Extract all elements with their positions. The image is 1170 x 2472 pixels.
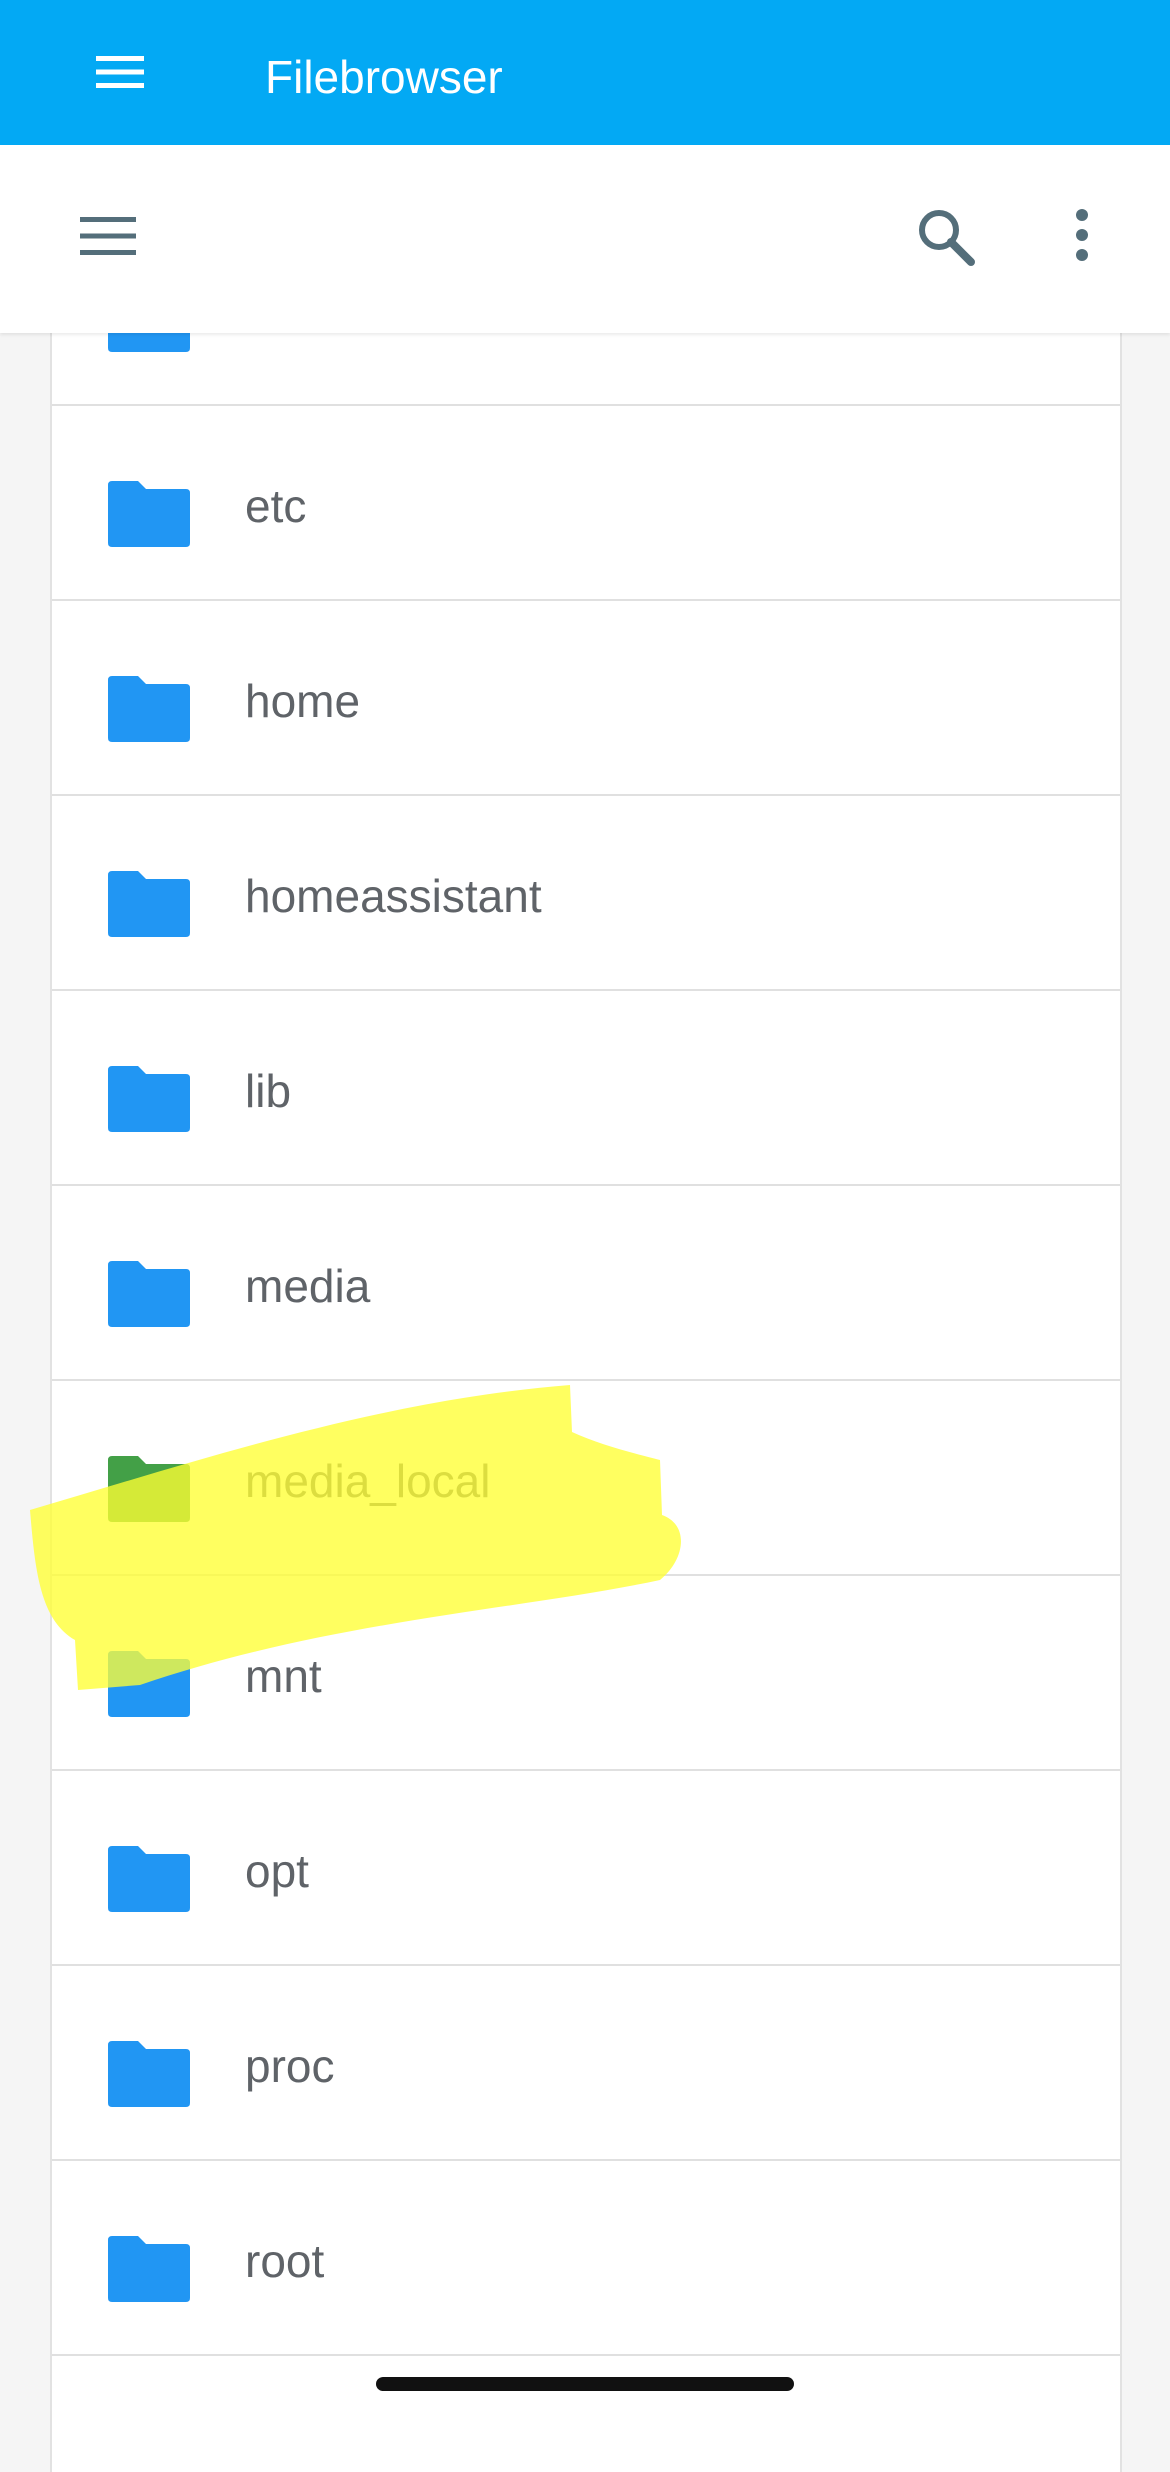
app-title: Filebrowser	[265, 51, 503, 103]
hamburger-menu-icon[interactable]	[88, 50, 152, 94]
file-row[interactable]: media_local	[52, 1382, 1120, 1576]
folder-icon	[108, 1651, 190, 1722]
file-name: lib	[245, 1065, 292, 1117]
file-row[interactable]: opt	[52, 1772, 1120, 1966]
file-row[interactable]: homeassistant	[52, 797, 1120, 991]
file-name: opt	[245, 1845, 309, 1897]
file-row[interactable]: etc	[52, 407, 1120, 601]
folder-icon	[108, 1066, 190, 1137]
folder-icon	[108, 1261, 190, 1332]
file-row[interactable]: lib	[52, 992, 1120, 1186]
app-bar: Filebrowser	[0, 0, 1170, 145]
file-row[interactable]: root	[52, 2162, 1120, 2356]
file-name: homeassistant	[245, 870, 542, 922]
file-toolbar	[0, 145, 1170, 333]
file-name: root	[245, 2235, 325, 2287]
file-name: mnt	[245, 1650, 322, 1702]
folder-icon	[108, 481, 190, 552]
file-list: devetchomehomeassistantlibmediamedia_loc…	[50, 272, 1122, 2472]
file-row[interactable]: proc	[52, 1967, 1120, 2161]
folder-icon	[108, 1846, 190, 1917]
folder-icon	[108, 871, 190, 942]
file-name: proc	[245, 2040, 335, 2092]
folder-icon	[108, 1456, 190, 1527]
file-name: home	[245, 675, 361, 727]
folder-icon	[108, 2236, 190, 2307]
file-row[interactable]: mnt	[52, 1577, 1120, 1771]
more-vert-icon[interactable]	[1062, 207, 1102, 268]
file-name: etc	[245, 480, 307, 532]
search-icon[interactable]	[916, 207, 976, 272]
file-row[interactable]: media	[52, 1187, 1120, 1381]
folder-icon	[108, 676, 190, 747]
file-row[interactable]: home	[52, 602, 1120, 796]
file-name: media	[245, 1260, 371, 1312]
hamburger-menu-icon[interactable]	[80, 215, 136, 262]
home-indicator	[376, 2377, 794, 2391]
folder-icon	[108, 2041, 190, 2112]
file-name: media_local	[245, 1455, 491, 1507]
